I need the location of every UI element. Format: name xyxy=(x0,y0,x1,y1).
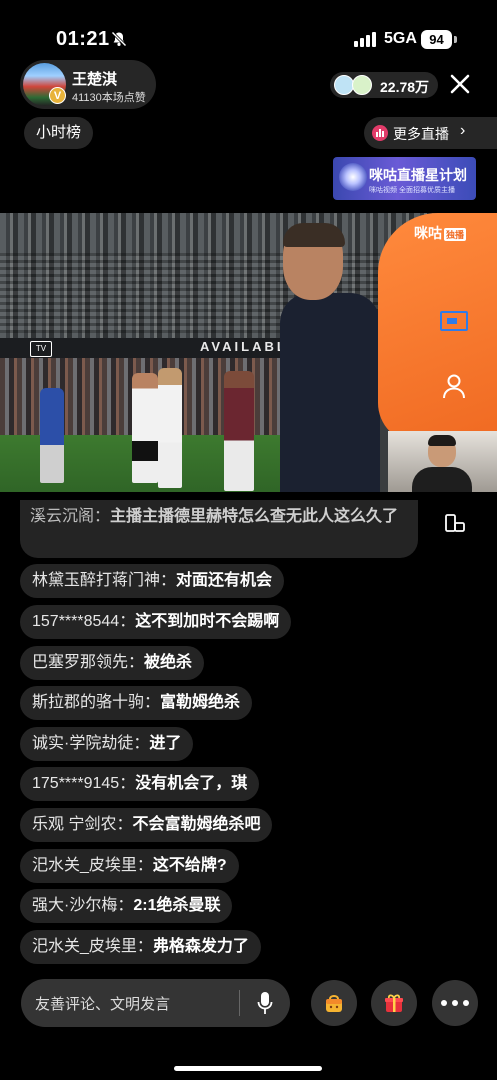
chevron-right-icon: › xyxy=(460,122,466,139)
promo-banner[interactable]: 咪咕直播星计划 咪咕视频 全面招募优质主播 xyxy=(333,157,476,200)
host-name: 王楚淇 xyxy=(72,71,118,88)
comment-input[interactable]: 友善评论、文明发言 xyxy=(21,979,290,1027)
live-chart-icon xyxy=(372,125,388,141)
signal-icon xyxy=(354,32,376,47)
host-info[interactable]: 王楚淇 41130本场点赞 xyxy=(20,60,156,109)
coach-hair xyxy=(283,223,345,247)
verified-badge-icon: V xyxy=(49,87,66,104)
gift-box-button[interactable] xyxy=(371,980,417,1026)
tv-logo-icon: TV xyxy=(30,341,52,357)
player xyxy=(132,373,158,483)
input-divider xyxy=(239,990,240,1016)
chat-message[interactable]: 林黛玉醉打蒋门神：对面还有机会 xyxy=(20,564,285,598)
foreground-figure xyxy=(378,213,497,443)
chat-message[interactable]: 强大·沙尔梅：2:1绝杀曼联 xyxy=(20,889,233,923)
home-indicator[interactable] xyxy=(174,1066,322,1071)
chat-message[interactable]: 乐观 宁剑农：不会富勒姆绝杀吧 xyxy=(20,808,273,842)
banner-title: 咪咕直播星计划 xyxy=(369,167,467,183)
more-live-label: 更多直播 xyxy=(393,126,449,142)
host-camera[interactable] xyxy=(388,431,497,492)
close-icon[interactable] xyxy=(446,70,474,98)
chat-message[interactable]: 溪云沉阁：主播主播德里赫特怎么查无此人这么久了 xyxy=(20,500,418,558)
chat-message[interactable]: 诚实·学院劫徒：进了 xyxy=(20,727,194,761)
chat-message[interactable]: 巴塞罗那领先：被绝杀 xyxy=(20,646,205,680)
rotate-screen-icon[interactable] xyxy=(444,512,466,534)
live-video[interactable]: AVAILABLE TV 咪咕 独播 xyxy=(0,213,497,492)
host-likes: 41130本场点赞 xyxy=(72,92,146,104)
chat-message[interactable]: 汜水关_皮埃里：这不给牌? xyxy=(20,849,239,883)
person-icon[interactable] xyxy=(442,373,466,399)
player xyxy=(40,388,64,483)
host-camera-body xyxy=(412,467,472,492)
status-bar: 01:21 5GA 94 xyxy=(0,0,497,58)
host-camera-hair xyxy=(428,435,456,446)
more-live-button[interactable]: 更多直播 › xyxy=(364,117,497,149)
viewer-avatar xyxy=(352,75,372,95)
player xyxy=(158,368,182,488)
more-button[interactable] xyxy=(432,980,478,1026)
chat-message[interactable]: 157****8544：这不到加时不会踢啊 xyxy=(20,605,292,639)
banner-subtitle: 咪咕视频 全面招募优质主播 xyxy=(369,187,455,194)
migu-logo: 咪咕 独播 xyxy=(414,225,467,241)
coach xyxy=(280,293,380,492)
viewer-avatar xyxy=(334,75,354,95)
chat-message[interactable]: 汜水关_皮埃里：弗格森发力了 xyxy=(20,930,261,964)
battery-icon: 94 xyxy=(421,30,452,49)
mic-icon[interactable] xyxy=(257,991,273,1015)
banner-disc-icon xyxy=(339,163,367,191)
comment-placeholder: 友善评论、文明发言 xyxy=(35,996,171,1013)
status-time: 01:21 xyxy=(56,28,110,50)
player xyxy=(224,371,254,491)
viewer-count-text: 22.78万 xyxy=(380,79,430,95)
gift-box-icon xyxy=(385,994,403,1012)
hour-rank-button[interactable]: 小时榜 xyxy=(24,117,94,149)
chat-message[interactable]: 175****9145：没有机会了，琪 xyxy=(20,767,260,801)
chat-message[interactable]: 斯拉郡的骆十驹：富勒姆绝杀 xyxy=(20,686,253,720)
gift-bag-button[interactable] xyxy=(311,980,357,1026)
viewer-count[interactable]: 22.78万 xyxy=(330,72,438,98)
more-icon xyxy=(441,1000,469,1006)
picture-in-picture-icon[interactable] xyxy=(440,311,468,331)
network-type: 5GA xyxy=(384,30,417,47)
gift-bag-icon xyxy=(326,995,342,1012)
battery-tip xyxy=(454,36,457,43)
bell-slash-icon xyxy=(111,31,127,47)
